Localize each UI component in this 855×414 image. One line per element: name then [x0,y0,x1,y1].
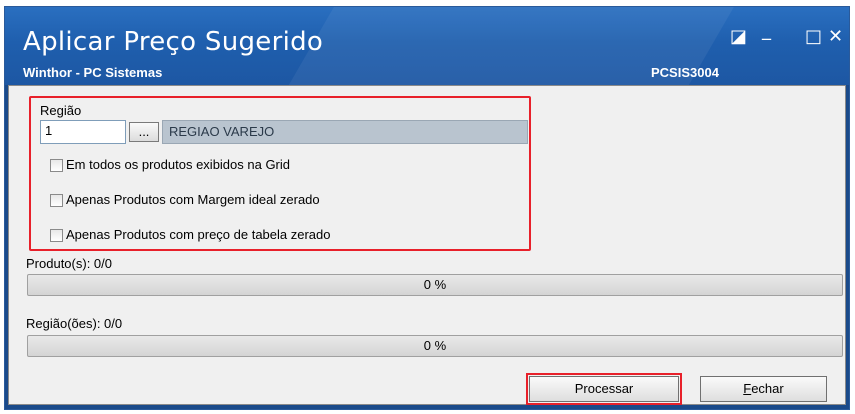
minimize-icon[interactable]: _ [762,21,771,41]
regiao-group: Região 1 ... REGIAO VAREJO Em todos os p… [29,96,531,251]
dialog-window: Aplicar Preço Sugerido Winthor - PC Sist… [4,6,850,410]
window-title: Aplicar Preço Sugerido [23,27,324,57]
option-label-margem[interactable]: Apenas Produtos com Margem ideal zerado [66,192,320,207]
option-checkbox-grid[interactable] [50,159,63,172]
window-subtitle: Winthor - PC Sistemas [23,65,163,80]
processar-button[interactable]: Processar [526,373,682,405]
regioes-progress-label: Região(ões): 0/0 [26,316,123,331]
routine-code: PCSIS3004 [651,65,719,80]
regiao-name-field: REGIAO VAREJO [162,120,528,144]
regioes-progress-bar: 0 % [27,335,843,357]
dialog-content: Região 1 ... REGIAO VAREJO Em todos os p… [8,85,846,405]
close-icon[interactable]: ✕ [828,27,843,47]
fechar-label-rest: echar [751,381,784,396]
option-checkbox-margem[interactable] [50,194,63,207]
option-label-preco[interactable]: Apenas Produtos com preço de tabela zera… [66,227,331,242]
regiao-label: Região [40,103,82,118]
maximize-icon[interactable]: □ [805,27,822,47]
option-checkbox-preco[interactable] [50,229,63,242]
produtos-progress-text: 0 % [423,277,447,292]
restore-icon[interactable]: ◪ [730,27,747,47]
regiao-code-input[interactable]: 1 [40,120,126,144]
regiao-lookup-button[interactable]: ... [129,122,159,142]
regioes-progress-text: 0 % [423,338,447,353]
produtos-progress-bar: 0 % [27,274,843,296]
produtos-progress-label: Produto(s): 0/0 [26,256,112,271]
title-bar[interactable]: Aplicar Preço Sugerido Winthor - PC Sist… [5,7,849,85]
option-label-grid[interactable]: Em todos os produtos exibidos na Grid [66,157,290,172]
fechar-accelerator: F [743,381,752,396]
fechar-button[interactable]: Fechar [700,376,827,402]
